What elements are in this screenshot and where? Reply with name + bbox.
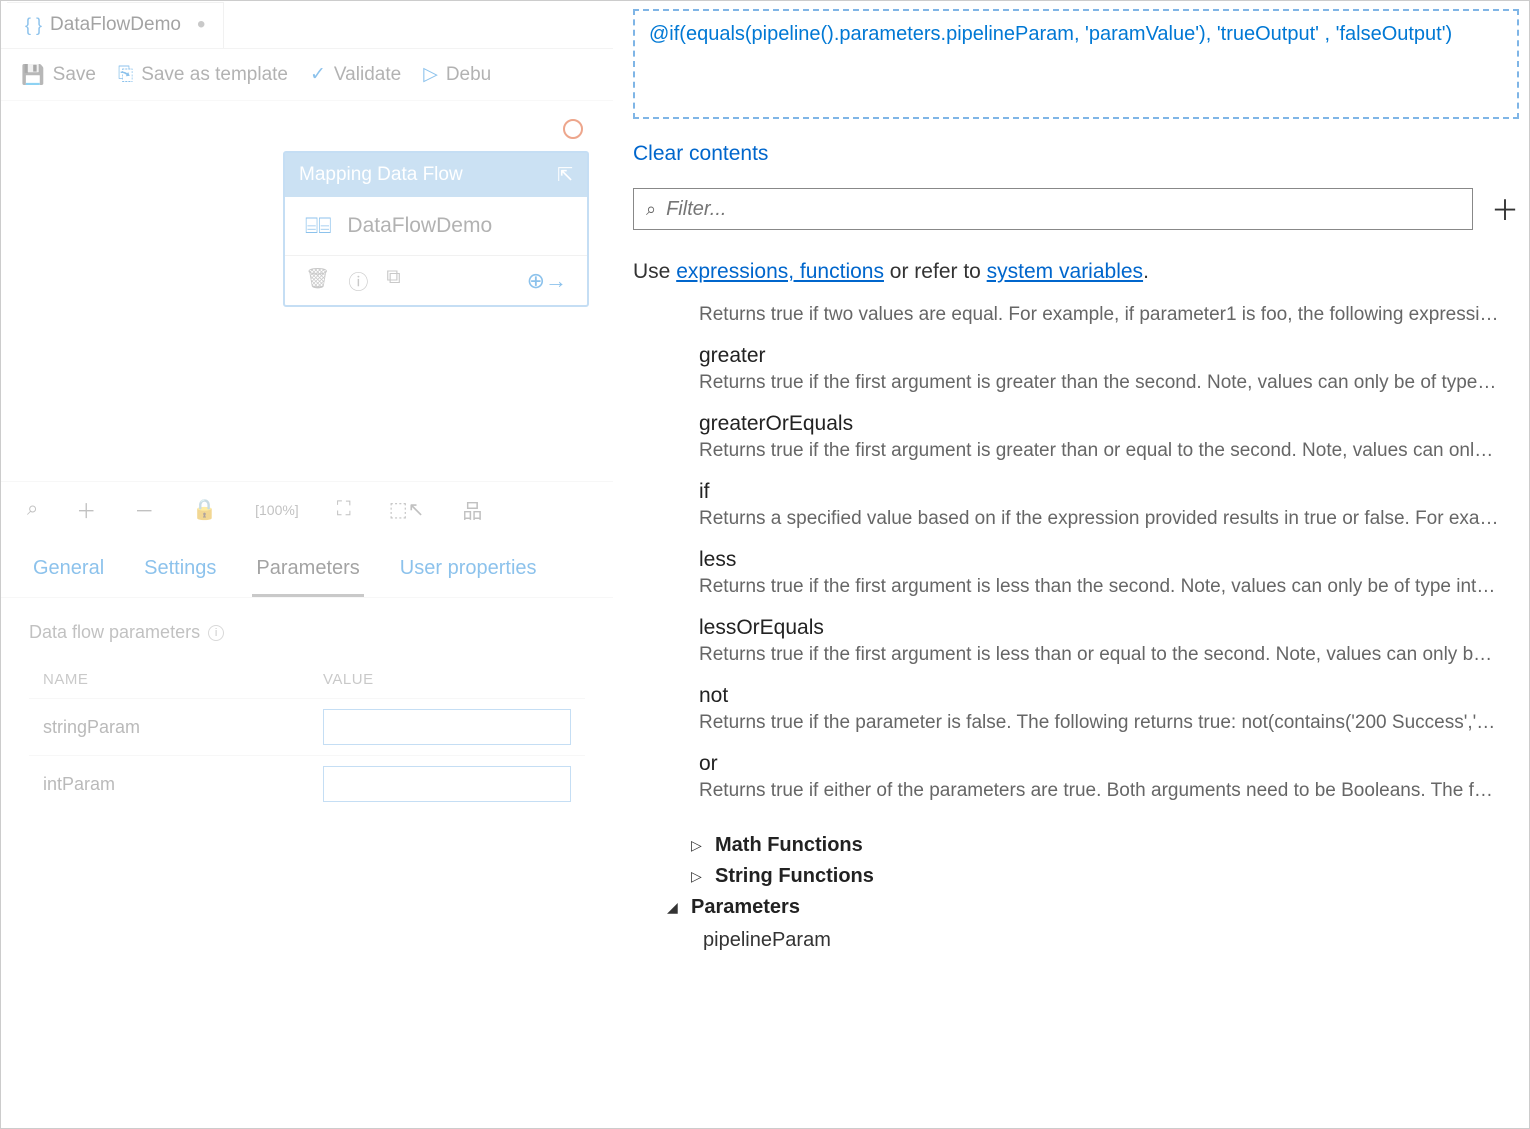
left-panel: { } DataFlowDemo • 💾 Save ⎘ Save as temp… <box>1 1 613 1128</box>
zoom-in-icon[interactable]: ＋ <box>76 495 96 524</box>
help-text: Use expressions, functions or refer to s… <box>633 260 1519 284</box>
parameters-section: Data flow parameters i NAME VALUE string… <box>1 598 613 836</box>
toolbar: 💾 Save ⎘ Save as template ✓ Validate ▷ D… <box>1 49 613 101</box>
function-item[interactable]: lessOrEquals Returns true if the first a… <box>699 616 1519 666</box>
zoom-100-icon[interactable]: [100%] <box>255 502 299 518</box>
debug-button[interactable]: ▷ Debu <box>423 63 491 86</box>
function-item[interactable]: greater Returns true if the first argume… <box>699 344 1519 394</box>
function-item[interactable]: or Returns true if either of the paramet… <box>699 752 1519 802</box>
tab-modified-indicator[interactable]: • <box>197 13 205 37</box>
param-row: stringParam <box>29 698 585 755</box>
template-icon: ⎘ <box>118 64 133 86</box>
search-canvas-icon[interactable]: ⌕ <box>27 498 38 521</box>
tab-user-properties[interactable]: User properties <box>396 547 541 597</box>
function-item[interactable]: Returns true if two values are equal. Fo… <box>699 304 1519 326</box>
tree-math-functions[interactable]: ▷ Math Functions <box>667 834 1519 857</box>
check-icon: ✓ <box>310 63 326 86</box>
caret-right-icon: ▷ <box>691 837 705 854</box>
tree-param-leaf[interactable]: pipelineParam <box>667 929 1519 952</box>
expand-icon[interactable]: ⇱ <box>557 164 573 187</box>
function-item[interactable]: not Returns true if the parameter is fal… <box>699 684 1519 734</box>
add-output-icon[interactable]: ⊕→ <box>527 268 567 294</box>
filter-input[interactable] <box>666 198 1460 221</box>
param-value-input[interactable] <box>323 766 571 802</box>
system-variables-link[interactable]: system variables <box>987 260 1143 283</box>
add-content-button[interactable]: ＋ <box>1491 189 1519 229</box>
expression-input[interactable] <box>633 9 1519 119</box>
dataflow-icon: ⌸⌸ <box>305 213 331 239</box>
save-button[interactable]: 💾 Save <box>21 63 96 87</box>
delete-icon[interactable]: 🗑 <box>305 266 330 295</box>
tab-bar: { } DataFlowDemo • <box>1 1 613 49</box>
save-template-button[interactable]: ⎘ Save as template <box>118 64 288 86</box>
pipeline-icon: { } <box>25 15 42 36</box>
function-item[interactable]: if Returns a specified value based on if… <box>699 480 1519 530</box>
select-icon[interactable]: ⬚↖ <box>389 497 425 522</box>
filter-row: ⌕ ＋ <box>633 188 1519 230</box>
designer-toolbar: ⌕ ＋ － 🔒 [100%] ⛶ ⬚↖ 品 <box>1 481 613 537</box>
play-icon: ▷ <box>423 63 438 86</box>
validation-error-icon[interactable] <box>563 119 583 139</box>
pipeline-canvas[interactable]: Mapping Data Flow ⇱ ⌸⌸ DataFlowDemo 🗑 ⓘ … <box>1 101 613 481</box>
params-header: NAME VALUE <box>29 661 585 698</box>
copy-icon[interactable]: ⧉ <box>386 266 400 295</box>
tree-string-functions[interactable]: ▷ String Functions <box>667 865 1519 888</box>
zoom-out-icon[interactable]: － <box>134 495 154 524</box>
info-action-icon[interactable]: ⓘ <box>348 266 368 295</box>
caret-right-icon: ▷ <box>691 868 705 885</box>
tab-settings[interactable]: Settings <box>140 547 220 597</box>
clear-contents-link[interactable]: Clear contents <box>633 142 1519 166</box>
info-icon[interactable]: i <box>208 625 224 641</box>
expressions-link[interactable]: expressions, functions <box>676 260 884 283</box>
pipeline-tab[interactable]: { } DataFlowDemo • <box>7 2 224 48</box>
save-icon: 💾 <box>21 63 45 87</box>
function-list: Returns true if two values are equal. Fo… <box>633 304 1519 820</box>
tab-title: DataFlowDemo <box>50 14 181 36</box>
validate-button[interactable]: ✓ Validate <box>310 63 401 86</box>
activity-header: Mapping Data Flow ⇱ <box>285 153 587 197</box>
tree-parameters[interactable]: ◢ Parameters <box>667 896 1519 919</box>
activity-body: ⌸⌸ DataFlowDemo <box>285 197 587 255</box>
dataflow-activity[interactable]: Mapping Data Flow ⇱ ⌸⌸ DataFlowDemo 🗑 ⓘ … <box>283 151 589 307</box>
filter-input-wrap[interactable]: ⌕ <box>633 188 1473 230</box>
param-row: intParam <box>29 755 585 812</box>
fit-screen-icon[interactable]: ⛶ <box>337 498 351 521</box>
lock-icon[interactable]: 🔒 <box>192 497 217 522</box>
search-icon: ⌕ <box>646 199 656 220</box>
tab-parameters[interactable]: Parameters <box>252 547 363 597</box>
expression-builder-panel: Clear contents ⌕ ＋ Use expressions, func… <box>613 1 1529 1128</box>
activity-footer: 🗑 ⓘ ⧉ ⊕→ <box>285 255 587 305</box>
layout-icon[interactable]: 品 <box>462 495 482 524</box>
properties-tabs: General Settings Parameters User propert… <box>1 537 613 598</box>
tab-general[interactable]: General <box>29 547 108 597</box>
function-item[interactable]: greaterOrEquals Returns true if the firs… <box>699 412 1519 462</box>
function-item[interactable]: less Returns true if the first argument … <box>699 548 1519 598</box>
params-table: NAME VALUE stringParam intParam <box>29 661 585 812</box>
caret-down-icon: ◢ <box>667 899 681 916</box>
param-value-input[interactable] <box>323 709 571 745</box>
params-section-label: Data flow parameters i <box>29 622 585 643</box>
